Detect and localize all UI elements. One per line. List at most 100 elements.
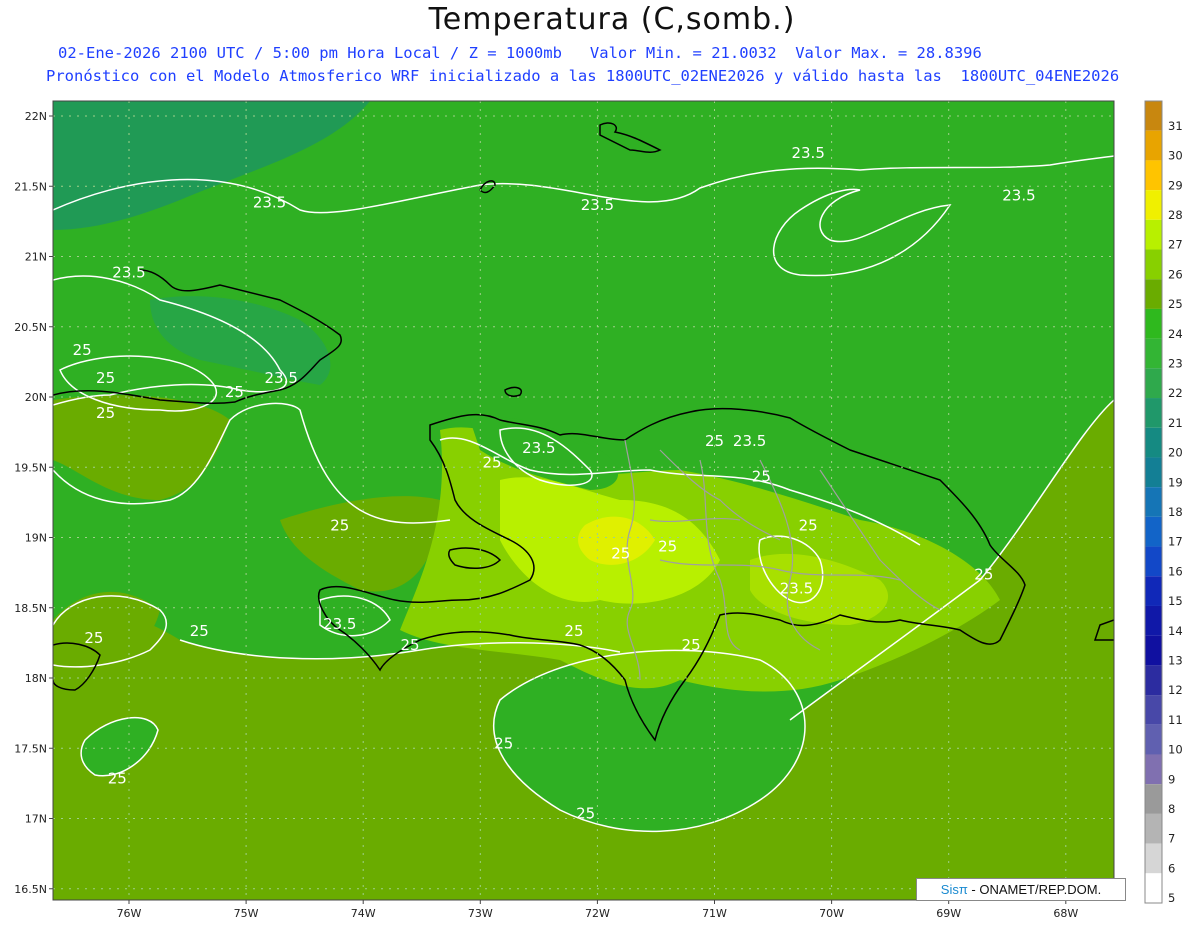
- colorbar-swatch: [1145, 308, 1162, 339]
- lat-tick-label: 21.5N: [14, 180, 47, 193]
- colorbar-swatch: [1145, 724, 1162, 755]
- credit-text: - ONAMET/REP.DOM.: [967, 882, 1102, 897]
- colorbar-label: 27: [1168, 238, 1183, 252]
- contour-label: 25: [482, 453, 501, 471]
- lat-tick-label: 19N: [25, 532, 47, 545]
- contour-label: 25: [84, 629, 103, 647]
- colorbar-swatch: [1145, 784, 1162, 814]
- contour-label: 23.5: [733, 432, 766, 450]
- colorbar-label: 30: [1168, 149, 1183, 163]
- colorbar-label: 12: [1168, 683, 1183, 697]
- colorbar-label: 31: [1168, 119, 1183, 133]
- contour-label: 25: [564, 622, 583, 640]
- colorbar-swatch: [1145, 576, 1162, 606]
- colorbar-swatch: [1145, 160, 1162, 191]
- colorbar-label: 22: [1168, 386, 1183, 400]
- colorbar-label: 23: [1168, 356, 1183, 370]
- colorbar-swatch: [1145, 130, 1162, 161]
- contour-label: 25: [225, 383, 244, 401]
- contour-label: 23.5: [581, 196, 614, 214]
- lon-tick-label: 76W: [117, 907, 142, 920]
- contour-label: 23.5: [1002, 186, 1035, 204]
- contour-label: 25: [974, 566, 993, 584]
- colorbar-swatch: [1145, 843, 1162, 874]
- contour-label: 25: [73, 341, 92, 359]
- contour-label: 25: [576, 805, 595, 823]
- colorbar-label: 10: [1168, 743, 1183, 757]
- contour-label: 23.5: [522, 439, 555, 457]
- lat-tick-label: 17N: [25, 813, 47, 826]
- colorbar-label: 6: [1168, 861, 1175, 875]
- colorbar-swatch: [1145, 249, 1162, 280]
- colorbar-swatch: [1145, 487, 1162, 517]
- contour-label: 25: [658, 538, 677, 556]
- lon-tick-label: 68W: [1053, 907, 1078, 920]
- colorbar-label: 9: [1168, 772, 1175, 786]
- contour-label: 23.5: [323, 615, 356, 633]
- credit-box: Sisπ - ONAMET/REP.DOM.: [916, 878, 1126, 901]
- colorbar-label: 7: [1168, 832, 1175, 846]
- lat-tick-label: 17.5N: [14, 742, 47, 755]
- colorbar-swatch: [1145, 665, 1162, 696]
- colorbar-swatch: [1145, 368, 1162, 399]
- colorbar-label: 21: [1168, 416, 1183, 430]
- colorbar-label: 18: [1168, 505, 1183, 519]
- colorbar-label: 17: [1168, 535, 1183, 549]
- colorbar-label: 14: [1168, 624, 1183, 638]
- colorbar-swatch: [1145, 873, 1162, 903]
- lat-tick-label: 22N: [25, 110, 47, 123]
- lon-tick-label: 69W: [936, 907, 961, 920]
- contour-label: 23.5: [780, 580, 813, 598]
- credit-brand: Sisπ: [940, 882, 968, 897]
- colorbar-label: 15: [1168, 594, 1183, 608]
- lat-tick-label: 20N: [25, 391, 47, 404]
- colorbar-label: 13: [1168, 654, 1183, 668]
- colorbar-label: 28: [1168, 208, 1183, 222]
- colorbar-swatch: [1145, 427, 1162, 458]
- colorbar-swatch: [1145, 398, 1162, 428]
- lat-tick-label: 21N: [25, 251, 47, 264]
- colorbar-swatch: [1145, 457, 1162, 488]
- colorbar-swatch: [1145, 190, 1162, 220]
- colorbar-label: 16: [1168, 564, 1183, 578]
- contour-label: 25: [108, 769, 127, 787]
- colorbar-label: 5: [1168, 891, 1175, 905]
- map-field: [53, 101, 1114, 900]
- contour-label: 25: [799, 516, 818, 534]
- temperature-map: 22N 21.5N 21N 20.5N 20N 19.5N 19N 18.5N 18N 17.5N…: [14, 100, 1183, 920]
- contour-label: 25: [96, 404, 115, 422]
- colorbar-label: 25: [1168, 297, 1183, 311]
- colorbar-label: 19: [1168, 475, 1183, 489]
- lat-tick-label: 16.5N: [14, 883, 47, 896]
- contour-label: 23.5: [253, 193, 286, 211]
- colorbar-label: 20: [1168, 446, 1183, 460]
- colorbar-swatch: [1145, 338, 1162, 369]
- lat-tick-label: 19.5N: [14, 461, 47, 474]
- colorbar-swatch: [1145, 695, 1162, 725]
- contour-label: 25: [330, 516, 349, 534]
- lon-tick-label: 75W: [234, 907, 259, 920]
- contour-label: 25: [752, 467, 771, 485]
- contour-label: 23.5: [791, 144, 824, 162]
- colorbar-label: 11: [1168, 713, 1183, 727]
- contour-label: 23.5: [112, 264, 145, 282]
- contour-label: 23.5: [265, 369, 298, 387]
- lon-tick-label: 70W: [819, 907, 844, 920]
- contour-label: 25: [494, 734, 513, 752]
- contour-label: 25: [682, 636, 701, 654]
- colorbar-swatch: [1145, 635, 1162, 666]
- colorbar-swatch: [1145, 219, 1162, 250]
- lon-tick-label: 73W: [468, 907, 493, 920]
- contour-label: 25: [611, 545, 630, 563]
- colorbar: 31 30 29 28 27 26 25 24 23 22 21 20 19 18 17 16 15 14 13 12…: [1144, 100, 1183, 905]
- lat-tick-label: 18.5N: [14, 602, 47, 615]
- colorbar-swatch: [1145, 605, 1162, 636]
- colorbar-swatch: [1145, 813, 1162, 844]
- contour-label: 25: [400, 636, 419, 654]
- contour-label: 25: [96, 369, 115, 387]
- lon-tick-label: 71W: [702, 907, 727, 920]
- colorbar-swatch: [1145, 101, 1162, 131]
- colorbar-swatch: [1145, 754, 1162, 785]
- colorbar-label: 26: [1168, 267, 1183, 281]
- colorbar-label: 8: [1168, 802, 1175, 816]
